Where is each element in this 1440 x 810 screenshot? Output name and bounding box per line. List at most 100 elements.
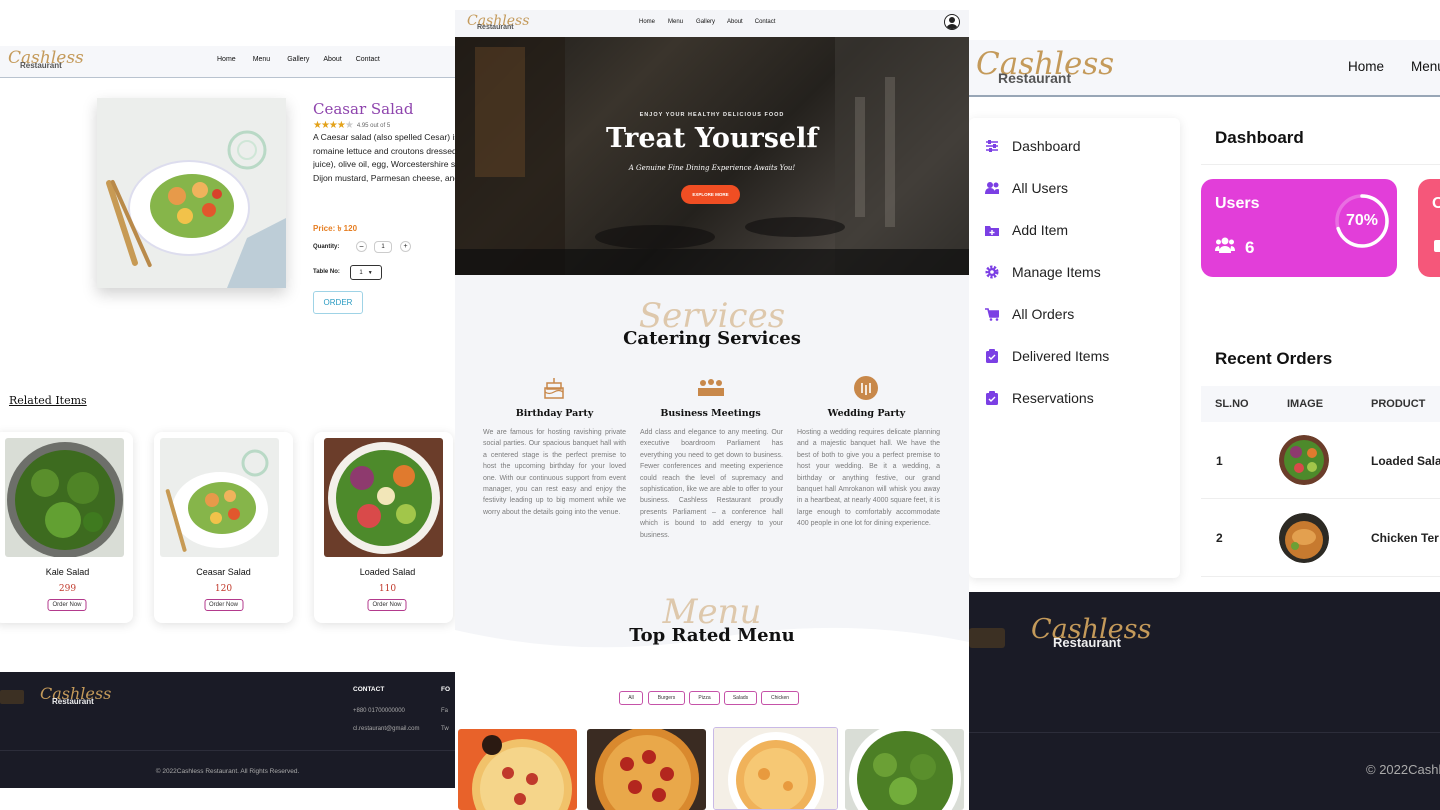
orders-stat-card[interactable]: O bbox=[1418, 179, 1440, 277]
footer-divider bbox=[969, 732, 1440, 733]
order-now-button[interactable]: Order Now bbox=[47, 599, 87, 611]
sidebar-item-dashboard[interactable]: Dashboard bbox=[985, 138, 1081, 154]
menu-item-image[interactable] bbox=[458, 729, 577, 810]
cart-icon bbox=[985, 307, 999, 321]
footer: Cashless Restaurant © 2022Cashl bbox=[969, 592, 1440, 810]
sidebar-item-reservations[interactable]: Reservations bbox=[985, 390, 1094, 406]
users-stat-label: Users bbox=[1215, 195, 1260, 212]
row-image bbox=[1279, 435, 1329, 485]
related-item-card[interactable]: Ceasar Salad 120 Order Now bbox=[154, 432, 293, 623]
tab-burgers[interactable]: Burgers bbox=[648, 691, 685, 705]
related-item-card[interactable]: Kale Salad 299 Order Now bbox=[0, 432, 133, 623]
quantity-input[interactable]: 1 bbox=[374, 241, 392, 253]
table-row[interactable]: 2 Chicken Ter bbox=[1201, 499, 1440, 577]
sidebar-item-all-users[interactable]: All Users bbox=[985, 180, 1068, 196]
tab-all[interactable]: All bbox=[619, 691, 643, 705]
gear-icon bbox=[985, 265, 999, 279]
quantity-label: Quantity: bbox=[313, 244, 340, 250]
users-percent: 70% bbox=[1345, 212, 1379, 229]
tab-pizza[interactable]: Pizza bbox=[689, 691, 720, 705]
sidebar-item-all-orders[interactable]: All Orders bbox=[985, 306, 1074, 322]
nav-menu[interactable]: Menu bbox=[253, 56, 271, 63]
footer-logo-subtext: Restaurant bbox=[52, 697, 94, 706]
chevron-down-icon: ▼ bbox=[367, 269, 373, 276]
logo[interactable]: Cashless Restaurant bbox=[8, 50, 84, 70]
product-description: A Caesar salad (also spelled Cesar) is a… bbox=[313, 132, 455, 183]
users-progress-ring: 70% bbox=[1333, 192, 1391, 250]
nav-home[interactable]: Home bbox=[217, 56, 236, 63]
tab-chicken[interactable]: Chicken bbox=[761, 691, 799, 705]
nav-gallery[interactable]: Gallery bbox=[287, 56, 309, 63]
footer-divider bbox=[0, 750, 455, 751]
footer-twitter-link[interactable]: Tw bbox=[441, 726, 449, 732]
users-stat-card[interactable]: Users 6 70% bbox=[1201, 179, 1397, 277]
related-item-price: 299 bbox=[58, 584, 77, 594]
order-now-button[interactable]: Order Now bbox=[203, 599, 244, 611]
related-item-name: Ceasar Salad bbox=[196, 567, 251, 577]
sidebar-item-label: Delivered Items bbox=[1012, 348, 1110, 364]
explore-more-button[interactable]: EXPLORE MORE bbox=[681, 185, 740, 204]
landing-panel: Cashless Restaurant Home Menu Gallery Ab… bbox=[455, 0, 969, 810]
nav-contact[interactable]: Contact bbox=[356, 56, 380, 63]
product-title: Ceasar Salad bbox=[313, 100, 414, 118]
table-header-cell: SL.NO bbox=[1215, 398, 1249, 410]
order-button[interactable]: ORDER bbox=[313, 291, 363, 314]
quantity-decrease-button[interactable]: − bbox=[356, 241, 367, 252]
nav-about[interactable]: About bbox=[323, 56, 341, 63]
row-product: Loaded Sala bbox=[1371, 454, 1440, 468]
row-product: Chicken Ter bbox=[1371, 531, 1439, 545]
footer: Cashless Restaurant CONTACT +880 0170000… bbox=[0, 672, 455, 788]
related-item-price: 110 bbox=[378, 584, 397, 594]
footer-copyright: © 2022Cashless Restaurant. All Rights Re… bbox=[155, 768, 300, 775]
nav-menu[interactable]: Menu bbox=[668, 19, 683, 25]
nav-home[interactable]: Home bbox=[639, 19, 655, 25]
rating-text: 4.95 out of 5 bbox=[356, 122, 391, 129]
user-avatar-icon[interactable] bbox=[944, 14, 960, 30]
related-item-card[interactable]: Loaded Salad 110 Order Now bbox=[314, 432, 453, 623]
menu-item-image[interactable] bbox=[845, 729, 964, 810]
related-item-price: 120 bbox=[214, 584, 233, 594]
logo[interactable]: Cashless Restaurant bbox=[976, 49, 1114, 86]
nav-gallery[interactable]: Gallery bbox=[696, 19, 715, 25]
sidebar-item-label: All Orders bbox=[1012, 306, 1075, 322]
navbar: Cashless Restaurant Home Menu bbox=[969, 40, 1440, 97]
footer-logo[interactable]: Cashless Restaurant bbox=[40, 686, 111, 706]
footer-email[interactable]: cl.restaurant@gmail.com bbox=[353, 726, 419, 732]
menu-item-image[interactable] bbox=[587, 729, 706, 810]
footer-logo[interactable]: Cashless Restaurant bbox=[1031, 616, 1151, 649]
row-sl: 2 bbox=[1216, 531, 1223, 545]
quantity-increase-button[interactable]: + bbox=[400, 241, 411, 252]
nav-about[interactable]: About bbox=[727, 19, 743, 25]
logo[interactable]: Cashless Restaurant bbox=[467, 14, 529, 31]
top-strip bbox=[455, 0, 969, 10]
order-now-button[interactable]: Order Now bbox=[367, 599, 407, 611]
table-select[interactable]: 1 ▼ bbox=[350, 265, 382, 280]
nav-menu[interactable]: Menu bbox=[1411, 59, 1440, 74]
orders-stat-label: O bbox=[1432, 195, 1440, 212]
sidebar-item-manage-items[interactable]: Manage Items bbox=[985, 264, 1101, 280]
footer-food-image bbox=[0, 690, 24, 704]
sidebar-item-add-item[interactable]: Add Item bbox=[985, 222, 1068, 238]
menu-item-image[interactable] bbox=[713, 727, 838, 810]
footer-copyright: © 2022Cashl bbox=[1366, 762, 1440, 777]
related-item-name: Loaded Salad bbox=[359, 567, 416, 577]
row-sl: 1 bbox=[1216, 454, 1223, 468]
services-title: Catering Services bbox=[623, 328, 801, 349]
service-description: Add class and elegance to any meeting. O… bbox=[640, 429, 783, 539]
related-item-image bbox=[324, 438, 443, 557]
footer-facebook-link[interactable]: Fa bbox=[441, 708, 448, 714]
table-select-value: 1 bbox=[359, 269, 363, 276]
sidebar-item-delivered-items[interactable]: Delivered Items bbox=[985, 348, 1109, 364]
hero-tagline: A Genuine Fine Dining Experience Awaits … bbox=[628, 164, 796, 172]
users-icon bbox=[985, 181, 999, 195]
sidebar-item-label: Dashboard bbox=[1012, 138, 1081, 154]
tab-salads[interactable]: Salads bbox=[724, 691, 757, 705]
clipboard-icon bbox=[985, 349, 999, 363]
table-row[interactable]: 1 Loaded Sala bbox=[1201, 422, 1440, 499]
clipboard-icon bbox=[985, 391, 999, 405]
sidebar-item-label: Reservations bbox=[1012, 390, 1094, 406]
nav-home[interactable]: Home bbox=[1348, 59, 1384, 74]
users-count: 6 bbox=[1245, 237, 1255, 257]
nav-contact[interactable]: Contact bbox=[755, 19, 776, 25]
sidebar-item-label: Add Item bbox=[1012, 222, 1069, 238]
